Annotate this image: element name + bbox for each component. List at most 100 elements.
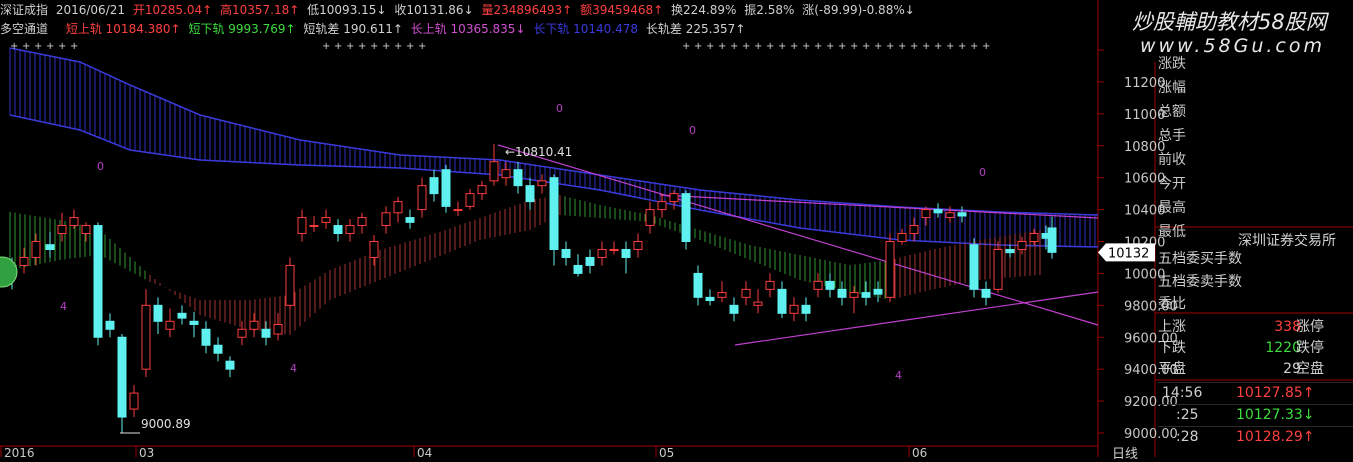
candle-body bbox=[393, 201, 403, 214]
candle-body bbox=[501, 169, 511, 179]
signal-star: + bbox=[70, 41, 78, 52]
candle-body bbox=[249, 320, 259, 330]
candle-body bbox=[741, 288, 751, 298]
candle-body bbox=[57, 225, 67, 235]
candle-body bbox=[285, 264, 295, 306]
stat-suffix: 涨停 bbox=[1296, 319, 1324, 335]
candle-body bbox=[1029, 233, 1039, 242]
candle-body bbox=[189, 320, 199, 325]
signal-star: + bbox=[946, 41, 954, 52]
long-upper: 长上轨 10365.835↓ bbox=[410, 22, 526, 36]
volume-value: 量234896493↑ bbox=[481, 3, 573, 17]
index-name: 深证成指 bbox=[0, 3, 49, 17]
quote-label: 最高 bbox=[1158, 200, 1186, 216]
candle-body bbox=[969, 244, 979, 290]
candle-body bbox=[153, 304, 163, 322]
signal-star: + bbox=[838, 41, 846, 52]
candle-body bbox=[981, 288, 991, 298]
x-tick-label: 03 bbox=[139, 446, 154, 457]
candle-body bbox=[261, 328, 271, 338]
candle-body bbox=[129, 392, 139, 410]
candle-body bbox=[357, 217, 367, 227]
x-tick-label: 06 bbox=[912, 446, 927, 457]
indicator-header: 多空通道 短上轨 10184.380↑ 短下轨 9993.769↑ 短轨差 19… bbox=[0, 21, 749, 37]
long-lower: 长下轨 10140.478 bbox=[533, 22, 639, 36]
kline-chart[interactable]: 1140011200110001080010600104001020010000… bbox=[0, 0, 1353, 457]
signal-star: + bbox=[322, 41, 330, 52]
candle-body bbox=[813, 280, 823, 290]
quote-label: 涨幅 bbox=[1158, 80, 1186, 96]
signal-star: + bbox=[370, 41, 378, 52]
candle-body bbox=[465, 193, 475, 207]
change-value: 涨(-89.99)-0.88%↓ bbox=[802, 3, 915, 17]
candle-body bbox=[933, 209, 943, 214]
sell-label: 五档委卖手数 bbox=[1158, 274, 1242, 290]
x-tick-label: 05 bbox=[659, 446, 674, 457]
stat-label: 下跌 bbox=[1158, 340, 1186, 356]
signal-star: + bbox=[58, 41, 66, 52]
candle-body bbox=[477, 185, 487, 195]
signal-star: + bbox=[958, 41, 966, 52]
candle-body bbox=[681, 193, 691, 242]
stat-label: 平盘 bbox=[1158, 361, 1186, 377]
short-upper: 短上轨 10184.380↑ bbox=[65, 22, 181, 36]
candle-body bbox=[837, 288, 847, 298]
candle-body bbox=[405, 217, 415, 223]
candle-body bbox=[345, 225, 355, 235]
indicator-name[interactable]: 多空通道 bbox=[0, 22, 48, 36]
signal-star: + bbox=[814, 41, 822, 52]
signal-star: + bbox=[766, 41, 774, 52]
candle-body bbox=[213, 344, 223, 354]
turnover-value: 换224.89% bbox=[671, 3, 737, 17]
candle-body bbox=[237, 328, 247, 338]
stat-row-down: 下跌 1220 跌停 bbox=[1158, 338, 1353, 358]
candle-body bbox=[633, 241, 643, 250]
tick-row: :28 10128.29↑ bbox=[1158, 426, 1353, 448]
signal-marker: 4 bbox=[290, 362, 297, 375]
signal-star: + bbox=[742, 41, 750, 52]
signal-star: + bbox=[358, 41, 366, 52]
low-price-label: 9000.89 bbox=[141, 417, 191, 431]
candle-body bbox=[297, 217, 307, 235]
candle-body bbox=[225, 360, 235, 370]
candle-body bbox=[909, 225, 919, 235]
tick-time: :25 bbox=[1176, 407, 1199, 423]
candle-body bbox=[19, 256, 29, 266]
candle-body bbox=[141, 304, 151, 370]
candle-body bbox=[1005, 248, 1015, 254]
quote-header: 深证成指 2016/06/21 开10285.04↑ 高10357.18↑ 低1… bbox=[0, 2, 919, 18]
candle-body bbox=[609, 248, 619, 251]
candle-body bbox=[621, 248, 631, 258]
trend-line bbox=[734, 291, 1099, 346]
signal-star: + bbox=[682, 41, 690, 52]
candle-body bbox=[273, 323, 283, 335]
quote-label: 总手 bbox=[1158, 128, 1186, 144]
tick-price: 10128.29↑ bbox=[1236, 429, 1315, 445]
candle-body bbox=[321, 217, 331, 223]
signal-star: + bbox=[922, 41, 930, 52]
candle-body bbox=[657, 201, 667, 211]
signal-star: + bbox=[826, 41, 834, 52]
candle-body bbox=[597, 248, 607, 258]
candle-body bbox=[777, 288, 787, 314]
candle-body bbox=[417, 185, 427, 211]
signal-star: + bbox=[790, 41, 798, 52]
signal-marker: 4 bbox=[60, 300, 67, 313]
quote-label: 涨跌 bbox=[1158, 56, 1186, 72]
candle-body bbox=[753, 301, 763, 306]
tick-row: :25 10127.33↓ bbox=[1158, 404, 1353, 426]
signal-star: + bbox=[10, 41, 18, 52]
signal-star: + bbox=[382, 41, 390, 52]
signal-star: + bbox=[862, 41, 870, 52]
candle-body bbox=[645, 209, 655, 227]
period-label[interactable]: 日线 bbox=[1112, 443, 1138, 462]
signal-star: + bbox=[754, 41, 762, 52]
candle-body bbox=[81, 225, 91, 235]
candle-body bbox=[309, 225, 319, 228]
signal-star: + bbox=[934, 41, 942, 52]
candle-body bbox=[1047, 227, 1057, 253]
stat-row-flat: 平盘 29 空盘 bbox=[1158, 359, 1353, 379]
candle-body bbox=[489, 161, 499, 182]
signal-star: + bbox=[22, 41, 30, 52]
signal-star: + bbox=[910, 41, 918, 52]
